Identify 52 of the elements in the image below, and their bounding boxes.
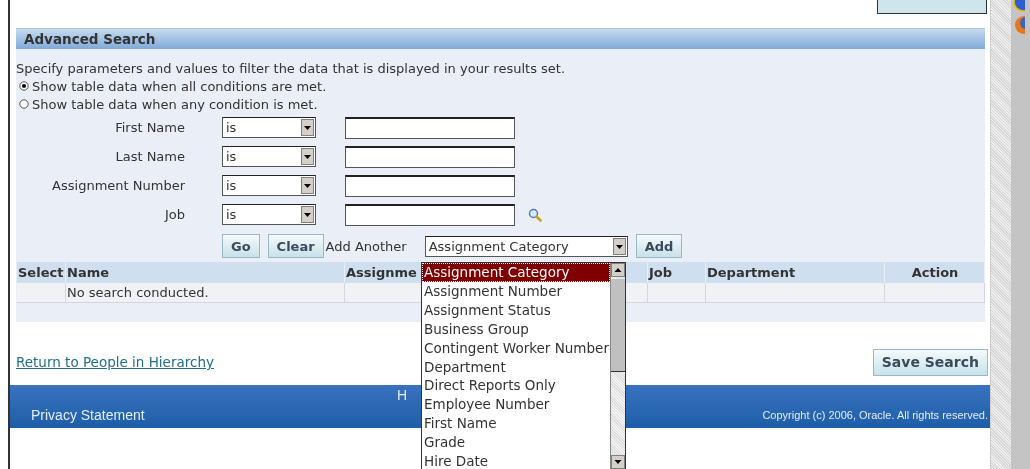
table-cell [648, 283, 706, 303]
table-cell: No search conducted. [66, 283, 345, 303]
radio-button[interactable] [19, 81, 29, 91]
privacy-link[interactable]: Privacy Statement [31, 407, 145, 423]
operator-select[interactable]: is [222, 175, 316, 196]
scroll-down-icon[interactable] [611, 455, 625, 469]
panel-title: Advanced Search [24, 31, 156, 47]
return-link[interactable]: Return to People in Hierarchy [16, 354, 214, 370]
value-field[interactable] [345, 116, 515, 139]
column-header: Select [17, 262, 66, 283]
add-button[interactable]: Add [635, 234, 683, 258]
operator-select[interactable]: is [222, 117, 316, 138]
radio-button[interactable] [19, 99, 29, 109]
column-header: Name [66, 262, 345, 283]
operator-select[interactable]: is [222, 204, 316, 225]
value-field[interactable] [345, 174, 515, 197]
copyright-text: Copyright (c) 2006, Oracle. All rights reserved. [762, 409, 988, 421]
value-field[interactable] [345, 145, 515, 168]
cut-off-button[interactable] [877, 0, 987, 14]
save-search-button[interactable]: Save Search [872, 348, 988, 376]
search-icon[interactable] [528, 207, 542, 222]
dropdown-option[interactable]: Grade [422, 433, 610, 453]
dropdown-option[interactable]: Assignment Number [422, 281, 610, 301]
clear-button[interactable]: Clear [267, 234, 324, 258]
add-another-label: Add Another [325, 238, 407, 254]
dropdown-option[interactable]: First Name [422, 414, 610, 434]
radio-label: Show table data when any condition is met. [32, 96, 318, 112]
column-header: Job [648, 262, 706, 283]
dropdown-option[interactable]: Business Group [422, 319, 610, 339]
dropdown-option[interactable]: Department [422, 357, 610, 377]
field-label: Assignment Number [51, 178, 185, 193]
footer-link[interactable]: H [397, 387, 408, 403]
field-label: Last Name [114, 149, 185, 164]
page-scrollbar[interactable] [990, 0, 1011, 469]
dropdown-option[interactable]: Assignment Category [422, 263, 610, 282]
go-button[interactable]: Go [222, 234, 260, 258]
description-text: Specify parameters and values to filter the data that is displayed in your results set. [16, 60, 567, 77]
dropdown-option[interactable]: Contingent Worker Number [422, 338, 610, 358]
dropdown-option[interactable]: Hire Date [422, 452, 610, 469]
column-header: Department [706, 262, 885, 283]
add-another-select[interactable]: Assignment Category [424, 235, 628, 257]
operator-select[interactable]: is [222, 146, 316, 167]
radio-label: Show table data when all conditions are met. [32, 78, 327, 94]
value-field[interactable] [345, 203, 515, 226]
field-label: First Name [114, 120, 185, 135]
dropdown-option[interactable]: Employee Number [422, 395, 610, 415]
field-label: Job [163, 207, 185, 222]
list-scrollbar[interactable] [610, 263, 626, 469]
dropdown-option[interactable]: Direct Reports Only [422, 376, 610, 396]
scroll-up-icon[interactable] [611, 263, 625, 277]
dropdown-option[interactable]: Assignment Status [422, 300, 610, 320]
column-header: Action [885, 262, 985, 283]
